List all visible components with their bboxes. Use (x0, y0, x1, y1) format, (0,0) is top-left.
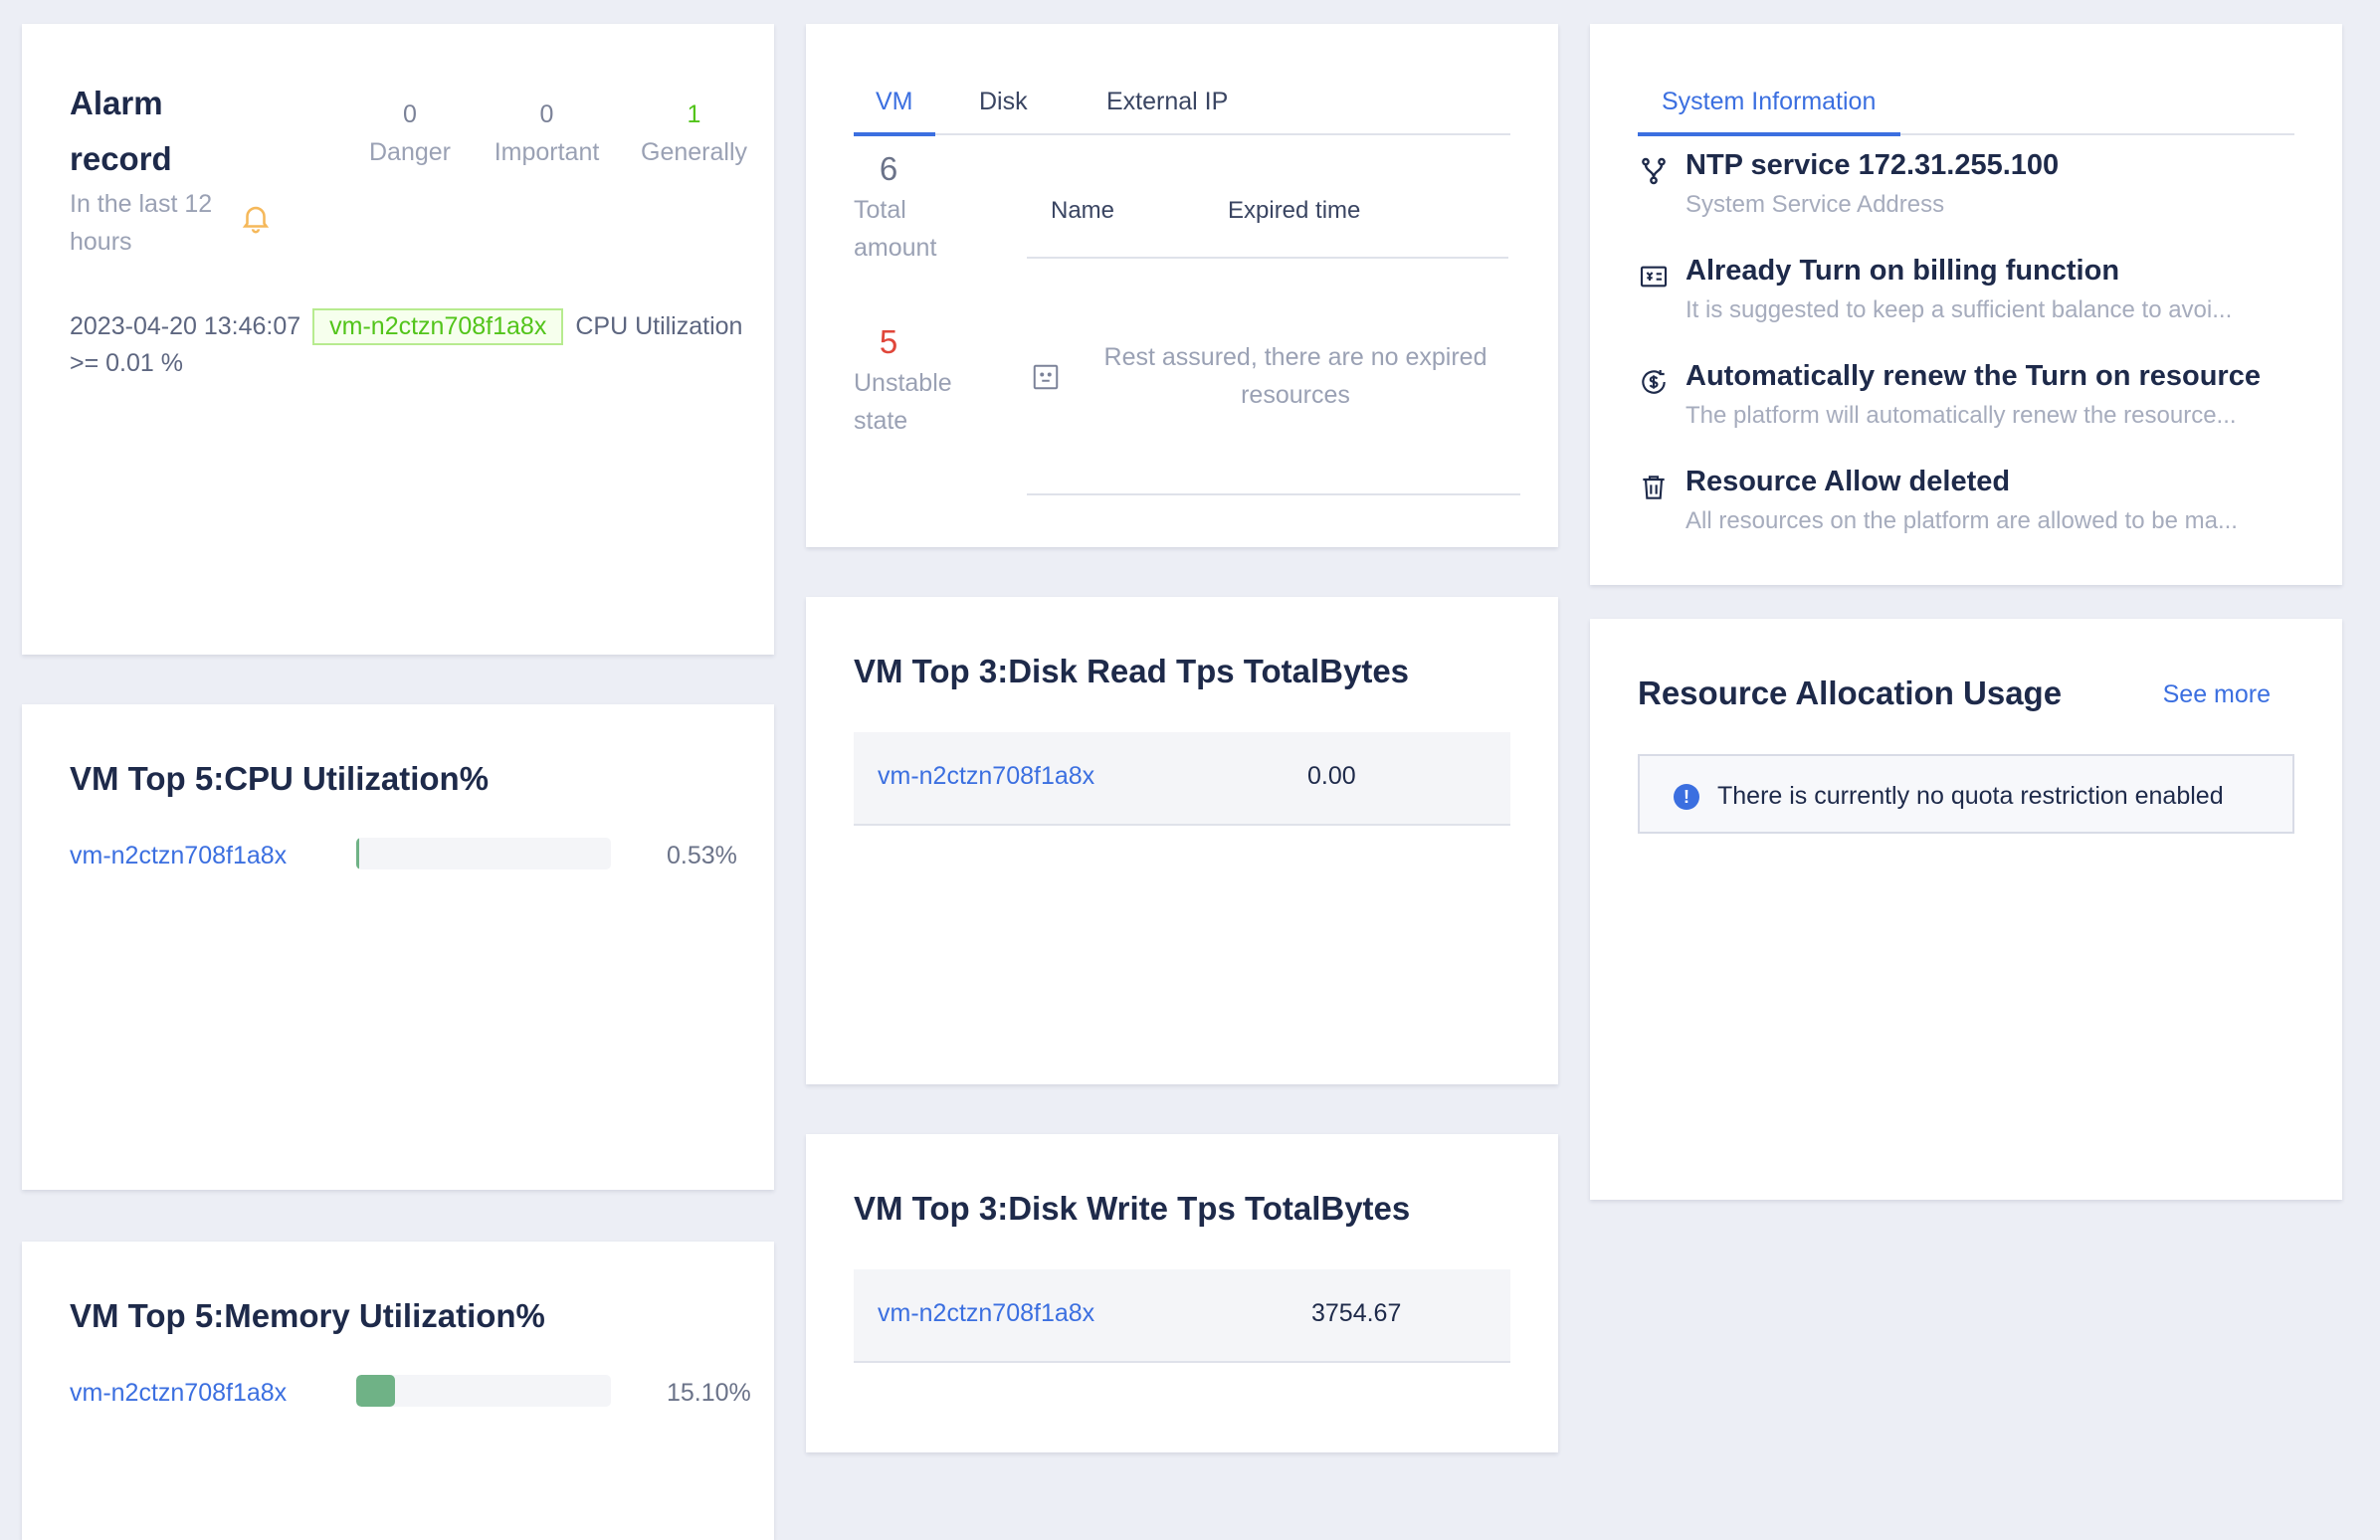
empty-face-icon (1033, 364, 1059, 390)
usage-value: 15.10% (667, 1379, 751, 1407)
quota-notice-text: There is currently no quota restriction … (1717, 782, 2224, 810)
vm-link[interactable]: vm-n2ctzn708f1a8x (70, 1379, 287, 1408)
resource-summary-card: VM Disk External IP 6 Total amount 5 Uns… (806, 24, 1558, 547)
billing-icon (1640, 266, 1668, 288)
card-title: Resource Allocation Usage (1638, 674, 2063, 711)
sys-item-desc: The platform will automatically renew th… (1686, 402, 2237, 429)
stat-important[interactable]: 0 Important (480, 96, 614, 171)
tab-system-information[interactable]: System Information (1662, 88, 1876, 116)
tab-active-indicator (854, 132, 935, 136)
sys-item-desc: All resources on the platform are allowe… (1686, 507, 2238, 534)
alarm-time: 2023-04-20 13:46:07 (70, 312, 301, 340)
tab-active-indicator (1638, 132, 1900, 136)
vm-link[interactable]: vm-n2ctzn708f1a8x (878, 1299, 1094, 1328)
usage-row: vm-n2ctzn708f1a8x 0.53% (70, 838, 756, 877)
vm-link[interactable]: vm-n2ctzn708f1a8x (878, 762, 1094, 791)
card-title: VM Top 3:Disk Write Tps TotalBytes (854, 1190, 1411, 1227)
cpu-top5-card: VM Top 5:CPU Utilization% vm-n2ctzn708f1… (22, 704, 774, 1190)
usage-bar (356, 1375, 611, 1407)
card-title: VM Top 5:Memory Utilization% (70, 1297, 545, 1334)
alarm-title: Alarm record (70, 85, 172, 177)
vm-link[interactable]: vm-n2ctzn708f1a8x (70, 842, 287, 870)
bell-icon (242, 206, 270, 234)
alarm-record-item: 2023-04-20 13:46:07 vm-n2ctzn708f1a8x CPU … (70, 308, 746, 382)
stat-generally[interactable]: 1 Generally (627, 96, 761, 171)
renew-dollar-icon (1642, 370, 1666, 394)
sys-item-title: NTP service 172.31.255.100 (1686, 149, 2060, 181)
usage-row: vm-n2ctzn708f1a8x 15.10% (70, 1375, 756, 1415)
total-amount-stat: 6 Total amount (854, 147, 973, 267)
disk-write-top3-card: VM Top 3:Disk Write Tps TotalBytes vm-n2… (806, 1134, 1558, 1452)
fork-icon (1642, 157, 1666, 185)
resource-tabs: VM Disk External IP (854, 64, 1510, 136)
system-info-tabs: System Information (1638, 64, 2294, 136)
disk-read-top3-card: VM Top 3:Disk Read Tps TotalBytes vm-n2c… (806, 597, 1558, 1084)
expired-table-empty: Rest assured, there are no expired resou… (1027, 259, 1520, 495)
resource-allocation-card: Resource Allocation Usage See more ! The… (1590, 619, 2342, 1200)
empty-text: Rest assured, there are no expired resou… (1103, 343, 1488, 409)
tab-external-ip[interactable]: External IP (1106, 88, 1228, 116)
column-expired-time: Expired time (1228, 197, 1361, 224)
disk-value: 0.00 (1307, 762, 1356, 790)
stat-danger-value: 0 (403, 100, 417, 128)
tab-vm[interactable]: VM (876, 88, 913, 116)
unstable-state-label: Unstable state (854, 369, 952, 435)
stat-danger-label: Danger (369, 138, 451, 166)
sys-item-title: Already Turn on billing function (1686, 255, 2120, 287)
sys-item-desc: System Service Address (1686, 191, 1945, 218)
total-amount-value: 6 (879, 150, 898, 187)
sys-item-title: Automatically renew the Turn on resource (1686, 360, 2261, 392)
stat-generally-value: 1 (687, 100, 701, 128)
alarm-vm-tag[interactable]: vm-n2ctzn708f1a8x (312, 308, 564, 345)
card-title: VM Top 5:CPU Utilization% (70, 760, 490, 797)
table-row: vm-n2ctzn708f1a8x 0.00 (854, 732, 1510, 826)
stat-generally-label: Generally (641, 138, 747, 166)
see-more-link[interactable]: See more (2163, 680, 2271, 709)
info-icon: ! (1674, 784, 1699, 810)
usage-value: 0.53% (667, 842, 737, 869)
trash-icon (1643, 476, 1665, 499)
total-amount-label: Total amount (854, 196, 937, 262)
quota-notice: ! There is currently no quota restrictio… (1638, 754, 2294, 834)
memory-top5-card: VM Top 5:Memory Utilization% vm-n2ctzn70… (22, 1242, 774, 1540)
usage-bar-fill (356, 1375, 395, 1407)
stat-important-label: Important (494, 138, 600, 166)
sys-item-title: Resource Allow deleted (1686, 466, 2011, 497)
alarm-subtitle: In the last 12 hours (70, 190, 213, 256)
table-row: vm-n2ctzn708f1a8x 3754.67 (854, 1269, 1510, 1363)
stat-danger[interactable]: 0 Danger (350, 96, 470, 171)
expired-table-header: Name Expired time (1027, 171, 1508, 259)
usage-bar (356, 838, 611, 869)
unstable-state-value: 5 (879, 323, 898, 360)
alarm-record-card: Alarm record In the last 12 hours 0 Dang… (22, 24, 774, 655)
stat-important-value: 0 (539, 100, 554, 128)
usage-bar-fill (356, 838, 359, 869)
unstable-state-stat: 5 Unstable state (854, 320, 973, 440)
card-title: VM Top 3:Disk Read Tps TotalBytes (854, 653, 1410, 689)
system-information-card: System Information NTP service 172.31.25… (1590, 24, 2342, 585)
column-name: Name (1051, 197, 1115, 224)
sys-item-desc: It is suggested to keep a sufficient bal… (1686, 296, 2233, 323)
tab-disk[interactable]: Disk (979, 88, 1028, 116)
disk-value: 3754.67 (1311, 1299, 1402, 1327)
